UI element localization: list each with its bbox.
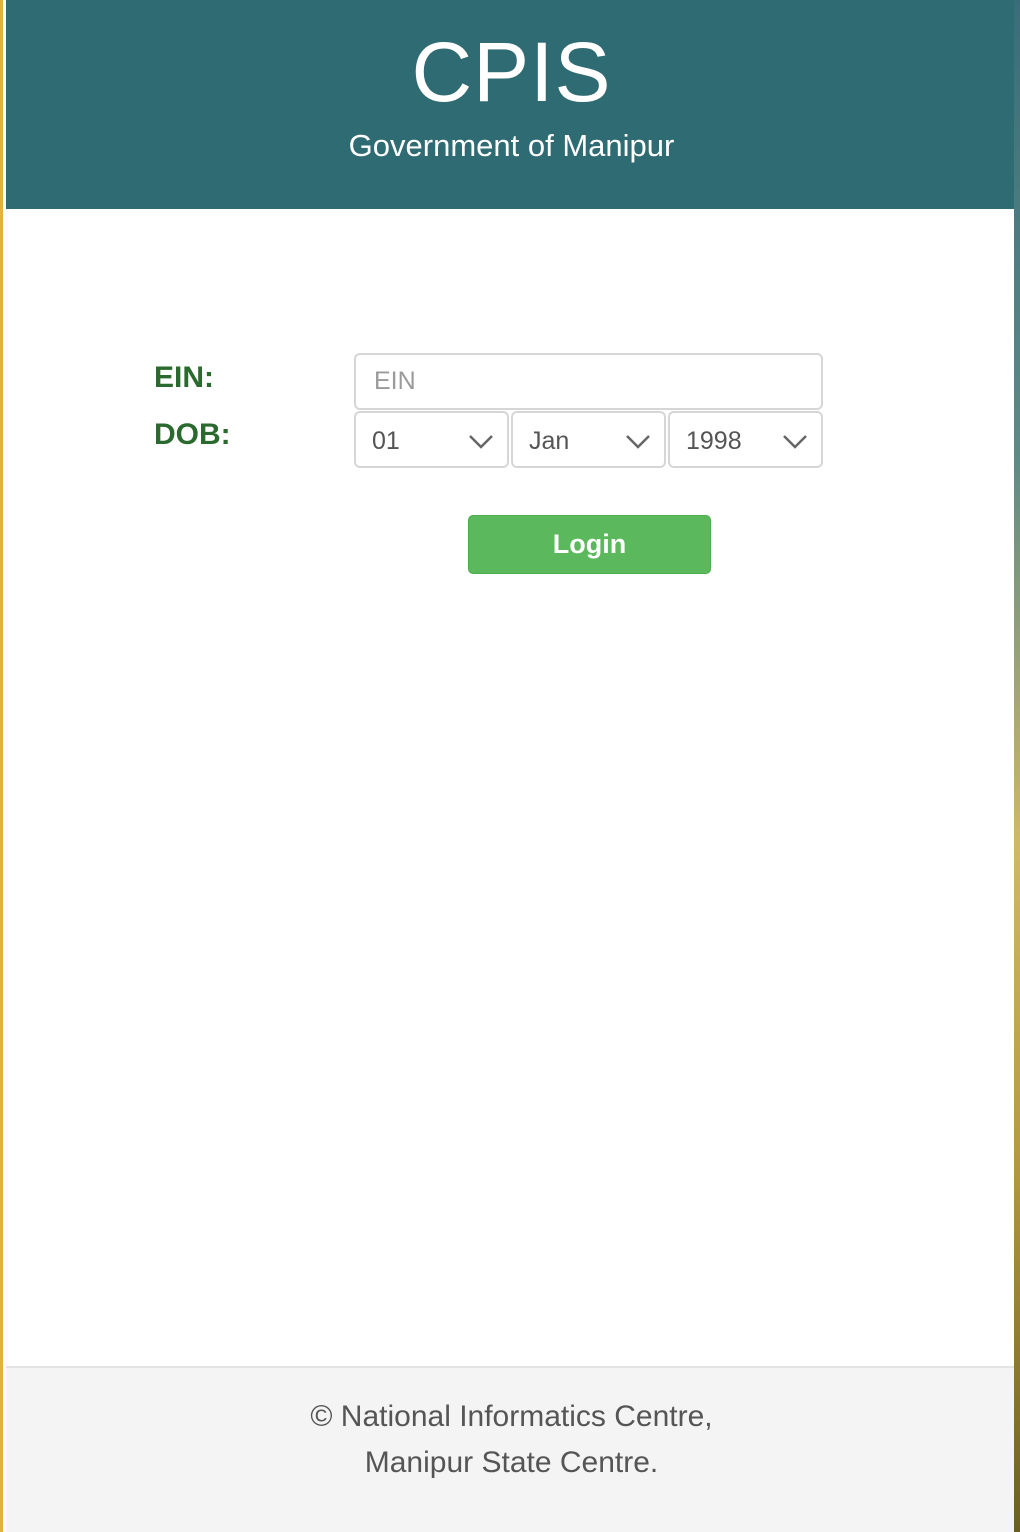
- login-button[interactable]: Login: [468, 515, 711, 574]
- dob-label: DOB:: [154, 418, 231, 451]
- dob-day-select[interactable]: 01: [354, 411, 509, 468]
- page-title: CPIS: [411, 25, 612, 119]
- ein-input[interactable]: [354, 353, 823, 410]
- footer: © National Informatics Centre, Manipur S…: [6, 1366, 1017, 1532]
- dob-year-select[interactable]: 1998: [668, 411, 823, 468]
- login-form: EIN: DOB: 01 Jan 1998 Login: [6, 209, 1017, 1366]
- chevron-down-icon: [783, 435, 807, 449]
- app-window: CPIS Government of Manipur EIN: DOB: 01 …: [0, 0, 1020, 1532]
- dob-year-value: 1998: [686, 427, 742, 455]
- page-subtitle: Government of Manipur: [348, 128, 675, 163]
- footer-centre: Manipur State Centre.: [364, 1446, 659, 1479]
- dob-month-select[interactable]: Jan: [511, 411, 666, 468]
- footer-copyright: © National Informatics Centre,: [310, 1400, 713, 1433]
- header-banner: CPIS Government of Manipur: [6, 0, 1017, 209]
- dob-month-value: Jan: [529, 427, 570, 455]
- ein-label: EIN:: [154, 361, 214, 394]
- chevron-down-icon: [469, 435, 493, 449]
- dob-day-value: 01: [372, 427, 400, 455]
- chevron-down-icon: [626, 435, 650, 449]
- background-strip: [1014, 0, 1020, 1532]
